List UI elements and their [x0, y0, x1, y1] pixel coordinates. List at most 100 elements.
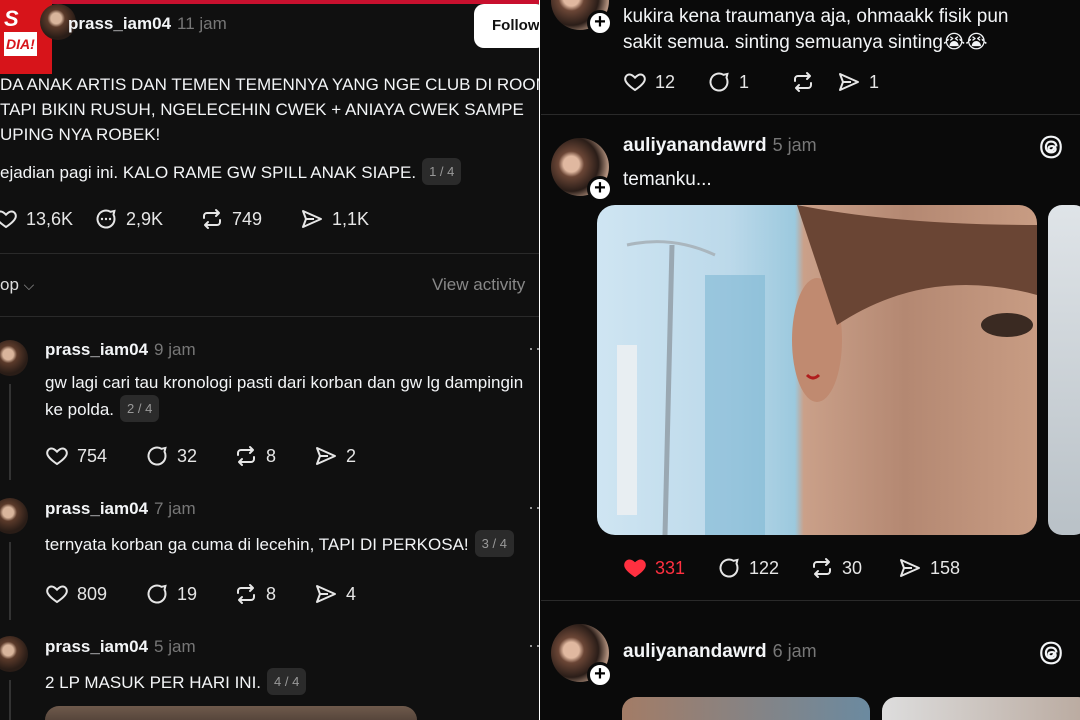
reply-text-line-1: ternyata korban ga cuma di lecehin, TAPI… — [45, 530, 514, 557]
repost-button[interactable]: 30 — [810, 556, 898, 580]
post-text-line-1: DA ANAK ARTIS DAN TEMEN TEMENNYA YANG NG… — [0, 75, 540, 94]
post-header: auliyanandawrd 5 jam — [623, 135, 817, 157]
repost-icon — [203, 209, 221, 229]
comment-count: 32 — [177, 445, 198, 466]
reply-text-1: ternyata korban ga cuma di lecehin, TAPI… — [45, 535, 469, 554]
repost-button[interactable] — [791, 70, 837, 94]
send-icon — [316, 447, 336, 465]
thread-line — [9, 384, 11, 480]
comment-button[interactable]: 19 — [145, 582, 234, 606]
post-photo-next[interactable] — [882, 697, 1080, 720]
reply-actions: 754 32 8 2 — [45, 444, 356, 468]
send-icon — [316, 585, 336, 603]
avatar-with-follow[interactable]: + — [551, 624, 613, 688]
username[interactable]: prass_iam04 — [45, 637, 148, 656]
share-count: 4 — [346, 583, 357, 604]
repost-button[interactable]: 8 — [234, 444, 314, 468]
reply-header: prass_iam04 5 jam — [45, 637, 196, 657]
reply-header: prass_iam04 7 jam — [45, 499, 196, 519]
thread-line — [9, 680, 11, 720]
comment-button[interactable]: 122 — [717, 556, 810, 580]
share-button[interactable]: 4 — [314, 582, 356, 606]
post-text-line-1: kukira kena traumanya aja, ohmaakk fisik… — [623, 6, 1009, 27]
follow-plus-icon[interactable]: + — [587, 662, 613, 688]
username[interactable]: auliyanandawrd — [623, 135, 767, 156]
post-photo[interactable] — [622, 697, 870, 720]
avatar-with-follow[interactable]: + — [551, 0, 613, 36]
post-time: 6 jam — [772, 641, 817, 661]
repost-icon — [813, 558, 831, 578]
comment-button[interactable]: 32 — [145, 444, 234, 468]
username[interactable]: prass_iam04 — [45, 499, 148, 518]
share-button[interactable]: 1,1K — [300, 207, 369, 231]
post-text-line-2: TAPI BIKIN RUSUH, NGELECEHIN CWEK + ANIA… — [0, 100, 524, 119]
repost-count: 8 — [266, 445, 277, 466]
heart-icon — [46, 447, 68, 466]
heart-filled-icon — [624, 559, 646, 578]
share-button[interactable]: 2 — [314, 444, 356, 468]
like-button[interactable]: 331 — [623, 556, 717, 580]
follow-button[interactable]: Follow — [474, 4, 540, 48]
divider — [541, 600, 1080, 601]
avatar[interactable] — [0, 498, 28, 534]
post-header: prass_iam04 11 jam — [68, 14, 227, 34]
avatar[interactable] — [0, 636, 28, 672]
view-activity-link[interactable]: View activity — [432, 275, 525, 295]
chevron-down-icon: ⌵ — [23, 277, 35, 293]
post-photo-next[interactable] — [1048, 205, 1080, 535]
thread-line — [9, 542, 11, 620]
threads-logo-icon[interactable] — [1038, 640, 1064, 666]
share-button[interactable]: 1 — [837, 70, 879, 94]
post-text-line-4: ejadian pagi ini. KALO RAME GW SPILL ANA… — [0, 158, 462, 185]
repost-icon — [237, 584, 255, 604]
logo-text-2: DIA! — [4, 32, 37, 56]
heart-icon — [0, 210, 17, 229]
thread-page-pill: 1 / 4 — [422, 158, 462, 185]
reply-time: 5 jam — [154, 637, 196, 656]
share-button[interactable]: 158 — [898, 556, 960, 580]
like-count: 13,6K — [26, 208, 74, 229]
logo-text-1: S — [4, 6, 19, 31]
sort-dropdown[interactable]: op ⌵ — [0, 275, 34, 295]
share-count: 1,1K — [332, 208, 370, 229]
comment-icon — [709, 72, 729, 92]
divider — [0, 253, 540, 254]
like-button[interactable]: 754 — [45, 444, 145, 468]
follow-plus-icon[interactable]: + — [587, 176, 613, 202]
repost-count: 30 — [842, 557, 863, 578]
post-time: 5 jam — [772, 135, 817, 155]
sort-label: op — [0, 275, 19, 294]
comment-button[interactable]: 2,9K — [94, 207, 200, 231]
follow-plus-icon[interactable]: + — [587, 10, 613, 36]
comment-count: 1 — [739, 71, 750, 92]
username[interactable]: prass_iam04 — [45, 340, 148, 359]
repost-button[interactable]: 8 — [234, 582, 314, 606]
post-photo[interactable] — [597, 205, 1037, 535]
reply-text-2: ke polda. — [45, 400, 114, 419]
avatar[interactable] — [0, 340, 28, 376]
divider — [541, 114, 1080, 115]
share-count: 2 — [346, 445, 357, 466]
threads-logo-icon[interactable] — [1038, 134, 1064, 160]
post-text-line-3: UPING NYA ROBEK! — [0, 125, 161, 144]
username[interactable]: auliyanandawrd — [623, 641, 767, 662]
photo-content — [617, 205, 1037, 535]
like-button[interactable]: 809 — [45, 582, 145, 606]
avatar-with-follow[interactable]: + — [551, 138, 613, 202]
reply-text-line-1: 2 LP MASUK PER HARI INI. 4 / 4 — [45, 668, 307, 695]
post-actions: 331 122 30 158 — [623, 556, 960, 580]
attached-image[interactable] — [45, 706, 417, 720]
thread-page-pill: 4 / 4 — [267, 668, 307, 695]
like-button[interactable]: 13,6K — [0, 207, 94, 231]
post-text: temanku... — [623, 169, 712, 190]
username[interactable]: prass_iam04 — [68, 14, 171, 33]
comment-button[interactable]: 1 — [707, 70, 791, 94]
repost-count: 8 — [266, 583, 277, 604]
comment-icon — [719, 558, 739, 578]
repost-button[interactable]: 749 — [200, 207, 300, 231]
post-actions: 12 1 1 — [623, 70, 879, 94]
divider — [0, 316, 540, 317]
comment-count: 122 — [749, 557, 780, 578]
like-button[interactable]: 12 — [623, 70, 707, 94]
share-count: 158 — [930, 557, 961, 578]
